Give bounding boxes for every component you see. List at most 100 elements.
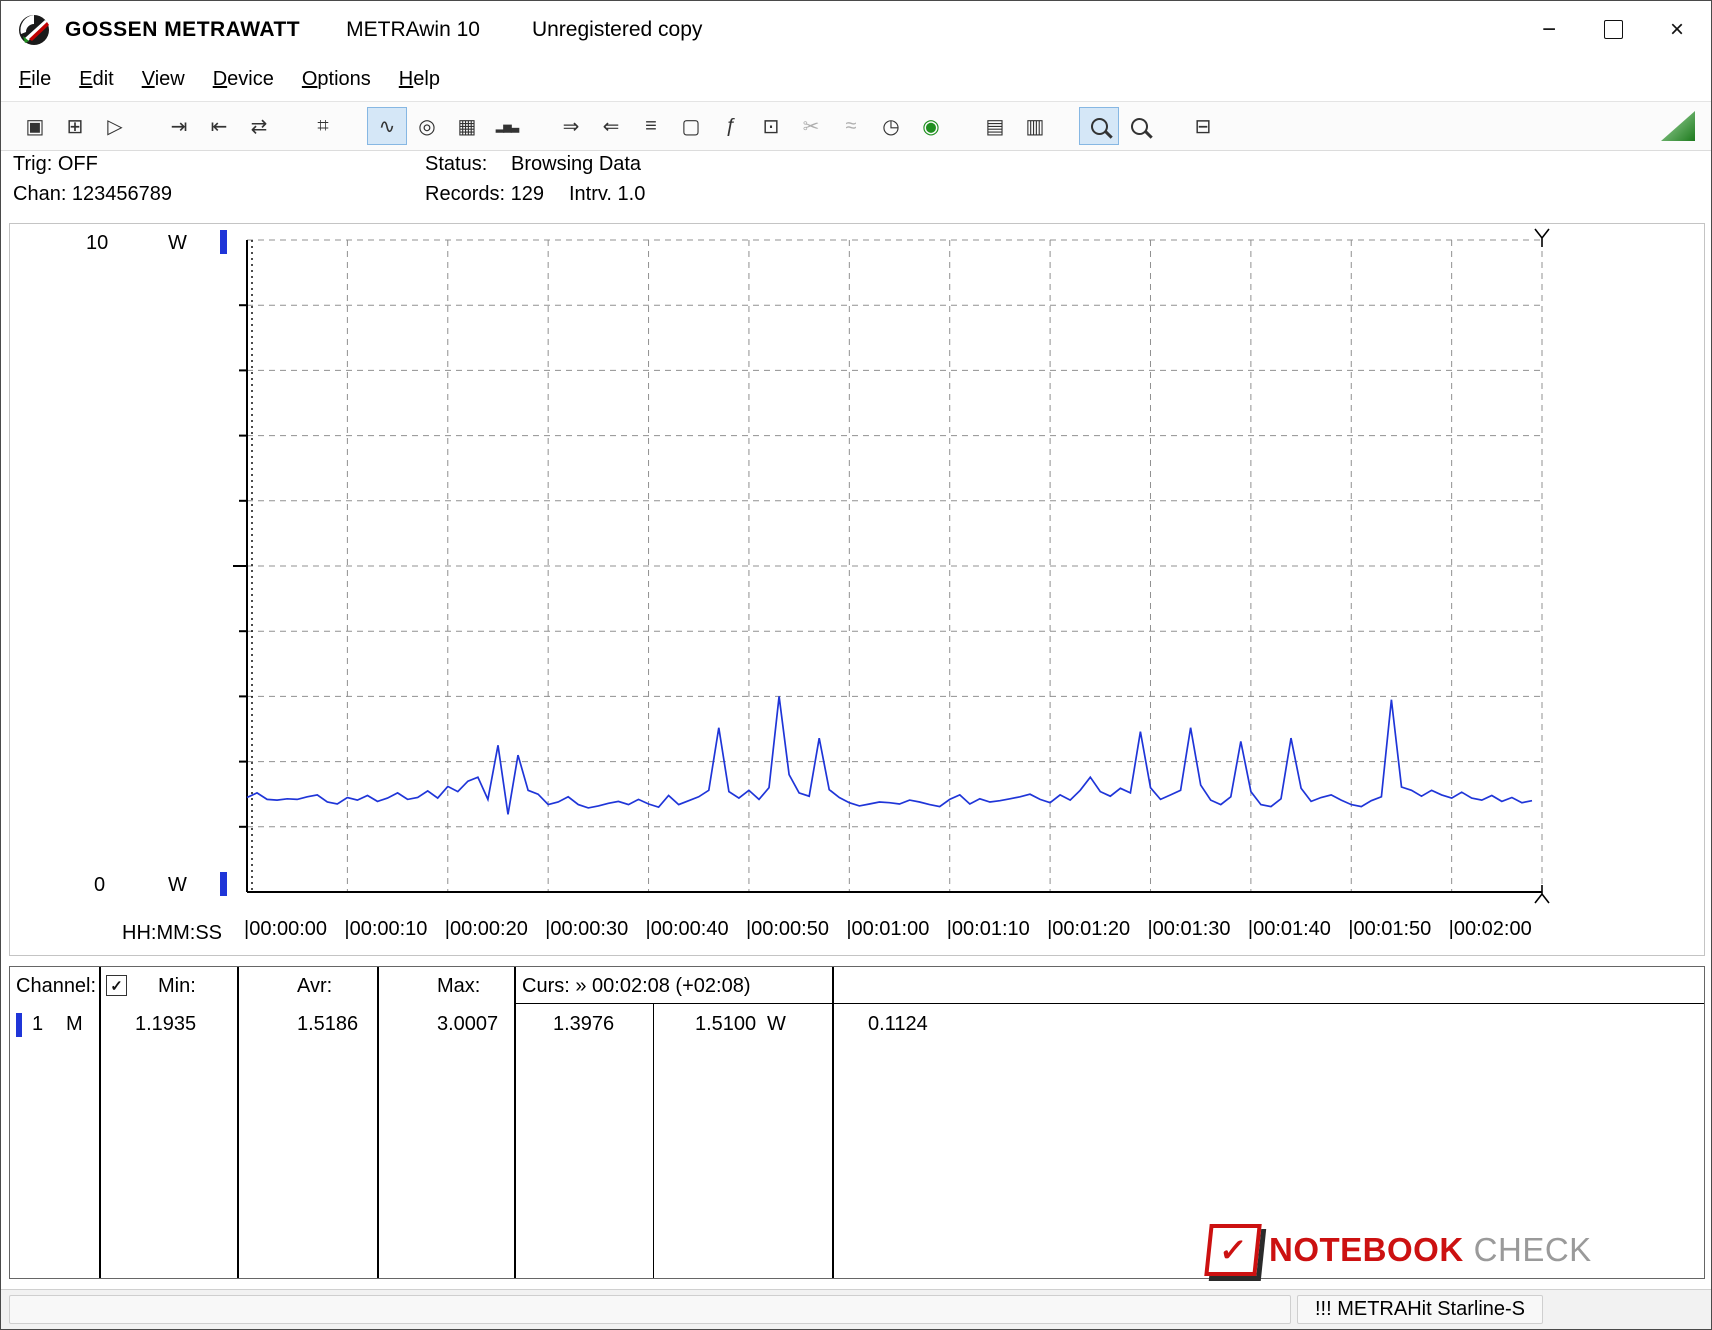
close-button[interactable]: ×	[1645, 2, 1709, 58]
device-send-icon: ⇒	[563, 114, 580, 139]
toolbar-formula-button[interactable]: ƒ	[711, 107, 751, 145]
toolbar-zoom-time-button[interactable]	[1079, 107, 1119, 145]
window-controls: − ×	[1517, 1, 1709, 58]
toolbar-histogram-button[interactable]: ▂▅▃	[487, 107, 527, 145]
interval-timer-icon: ◉	[922, 114, 939, 139]
check-icon: ✓	[1218, 1231, 1249, 1269]
x-tick-label: |00:00:40	[646, 918, 729, 941]
toolbar-chart-yt-button[interactable]: ∿	[367, 107, 407, 145]
chart-xy-icon: ◎	[418, 114, 435, 139]
table-divider	[514, 967, 516, 1278]
toolbar-print-setup-button[interactable]: ▥	[1015, 107, 1055, 145]
toolbar-meter-clock-button[interactable]: ◷	[871, 107, 911, 145]
toolbar-device-send-button[interactable]: ⇒	[551, 107, 591, 145]
toolbar-device-memory-button[interactable]: ⊡	[751, 107, 791, 145]
toolbar-device-receive-button[interactable]: ⇐	[591, 107, 631, 145]
minimize-button[interactable]: −	[1517, 2, 1581, 58]
toolbar-memory-store-button[interactable]: ⇥	[159, 107, 199, 145]
toolbar-interval-timer-button[interactable]: ◉	[911, 107, 951, 145]
x-tick-label: |00:01:40	[1248, 918, 1331, 941]
toolbar-logger-settings-button[interactable]: ≡	[631, 107, 671, 145]
memory-store-icon: ⇥	[171, 114, 188, 139]
menu-item-file[interactable]: File	[5, 68, 65, 91]
cursor-header-divider	[514, 1003, 1704, 1004]
toolbar-group: ⇥ ⇤ ⇄	[159, 107, 279, 145]
statusbar: !!! METRAHit Starline-S	[1, 1289, 1711, 1330]
gossen-metrawatt-logo-icon	[15, 12, 55, 48]
toolbar-group: ⇒ ⇐ ≡▢ ƒ ⊡ ✂ ≈ ◷ ◉	[551, 107, 951, 145]
x-tick-label: |00:01:50	[1348, 918, 1431, 941]
toolbar-group: ▣⊞ ▷	[15, 107, 135, 145]
toolbar-zoom-inspect-button[interactable]	[1119, 107, 1159, 145]
memory-transfer-icon: ⇄	[251, 114, 268, 139]
menu-item-help[interactable]: Help	[385, 68, 454, 91]
toolbar-waveform-button[interactable]: ≈	[831, 107, 871, 145]
app-window: GOSSEN METRAWATT METRAwin 10 Unregistere…	[0, 0, 1712, 1330]
zoom-inspect-icon	[1131, 118, 1148, 135]
channel-color-marker	[16, 1013, 22, 1037]
plot-area[interactable]	[247, 240, 1542, 892]
device-receive-icon: ⇐	[603, 114, 620, 139]
toolbar-save-as-button[interactable]: ⊞	[55, 107, 95, 145]
channel-visibility-checkbox[interactable]: ✓	[106, 975, 127, 996]
x-tick-label: |00:00:20	[445, 918, 528, 941]
waveform-icon: ≈	[846, 115, 857, 138]
toolbar-group: ⊟	[1183, 107, 1223, 145]
toolbar-open-button[interactable]: ▷	[95, 107, 135, 145]
zoom-time-icon	[1091, 118, 1108, 135]
x-tick-label: |00:00:00	[244, 918, 327, 941]
channel-memory-flag: M	[66, 1013, 83, 1036]
toolbar-numeric-display-button[interactable]: ⌗	[303, 107, 343, 145]
table-divider	[99, 967, 101, 1278]
cursor-value-unit: W	[767, 1013, 786, 1036]
toolbar: ▣⊞▷⇥⇤⇄⌗∿◎▦▂▅▃⇒⇐≡▢ƒ⊡✂≈◷◉▤▥⊟	[1, 101, 1711, 151]
connected-device-segment: !!! METRAHit Starline-S	[1297, 1295, 1543, 1324]
toolbar-annotation-button[interactable]: ⊟	[1183, 107, 1223, 145]
toolbar-monitor-button[interactable]: ▢	[671, 107, 711, 145]
formula-icon: ƒ	[725, 115, 736, 138]
header-avr: Avr:	[297, 975, 332, 998]
notebookcheck-logo-icon: ✓	[1204, 1224, 1261, 1276]
toolbar-memory-transfer-button[interactable]: ⇄	[239, 107, 279, 145]
menu-item-edit[interactable]: Edit	[65, 68, 127, 91]
toolbar-group: ▤▥	[975, 107, 1055, 145]
power-chart[interactable]	[247, 240, 1542, 892]
x-tick-label: |00:01:00	[846, 918, 929, 941]
cursor-delta-value: 0.1124	[868, 1013, 928, 1036]
menu-item-view[interactable]: View	[128, 68, 199, 91]
menu-item-options[interactable]: Options	[288, 68, 385, 91]
menu-item-device[interactable]: Device	[199, 68, 288, 91]
titlebar: GOSSEN METRAWATT METRAwin 10 Unregistere…	[1, 1, 1711, 58]
check-icon: ✓	[110, 977, 123, 995]
watermark-text-bold: NOTEBOOK	[1269, 1231, 1464, 1269]
device-memory-icon: ⊡	[763, 114, 780, 139]
toolbar-group	[1079, 107, 1159, 145]
cursor-handle-icon[interactable]	[1535, 229, 1549, 247]
channel-number: 1	[32, 1013, 43, 1036]
x-tick-label: |00:00:10	[344, 918, 427, 941]
toolbar-memory-recall-button[interactable]: ⇤	[199, 107, 239, 145]
resize-grip-icon	[1661, 111, 1695, 141]
toolbar-data-table-button[interactable]: ▦	[447, 107, 487, 145]
table-divider	[832, 967, 834, 1278]
cursor-value-1: 1.3976	[553, 1013, 614, 1036]
toolbar-save-button[interactable]: ▣	[15, 107, 55, 145]
max-value: 3.0007	[437, 1013, 498, 1036]
toolbar-cut-samples-button[interactable]: ✂	[791, 107, 831, 145]
toolbar-print-button[interactable]: ▤	[975, 107, 1015, 145]
x-tick-label: |00:01:30	[1147, 918, 1230, 941]
memory-recall-icon: ⇤	[211, 114, 228, 139]
cursor-handle-icon[interactable]	[1535, 885, 1549, 903]
open-icon: ▷	[107, 114, 122, 139]
chart-panel: 10 W 0 W HH:MM:SS |00:00:00|00:00:10|00:…	[9, 223, 1705, 956]
table-divider	[653, 1003, 654, 1278]
toolbar-chart-xy-button[interactable]: ◎	[407, 107, 447, 145]
y-axis-max-label: 10	[86, 232, 108, 255]
print-icon: ▤	[986, 114, 1005, 139]
maximize-button[interactable]	[1581, 2, 1645, 58]
menubar: FileEditViewDeviceOptionsHelp	[1, 58, 1711, 101]
statusbar-message-segment	[9, 1295, 1291, 1324]
x-tick-label: |00:00:30	[545, 918, 628, 941]
channel-list: Chan: 123456789	[13, 183, 172, 206]
x-axis-tick-labels: |00:00:00 |00:00:10 |00:00:20 |00:00:30 |00:…	[10, 918, 1704, 950]
